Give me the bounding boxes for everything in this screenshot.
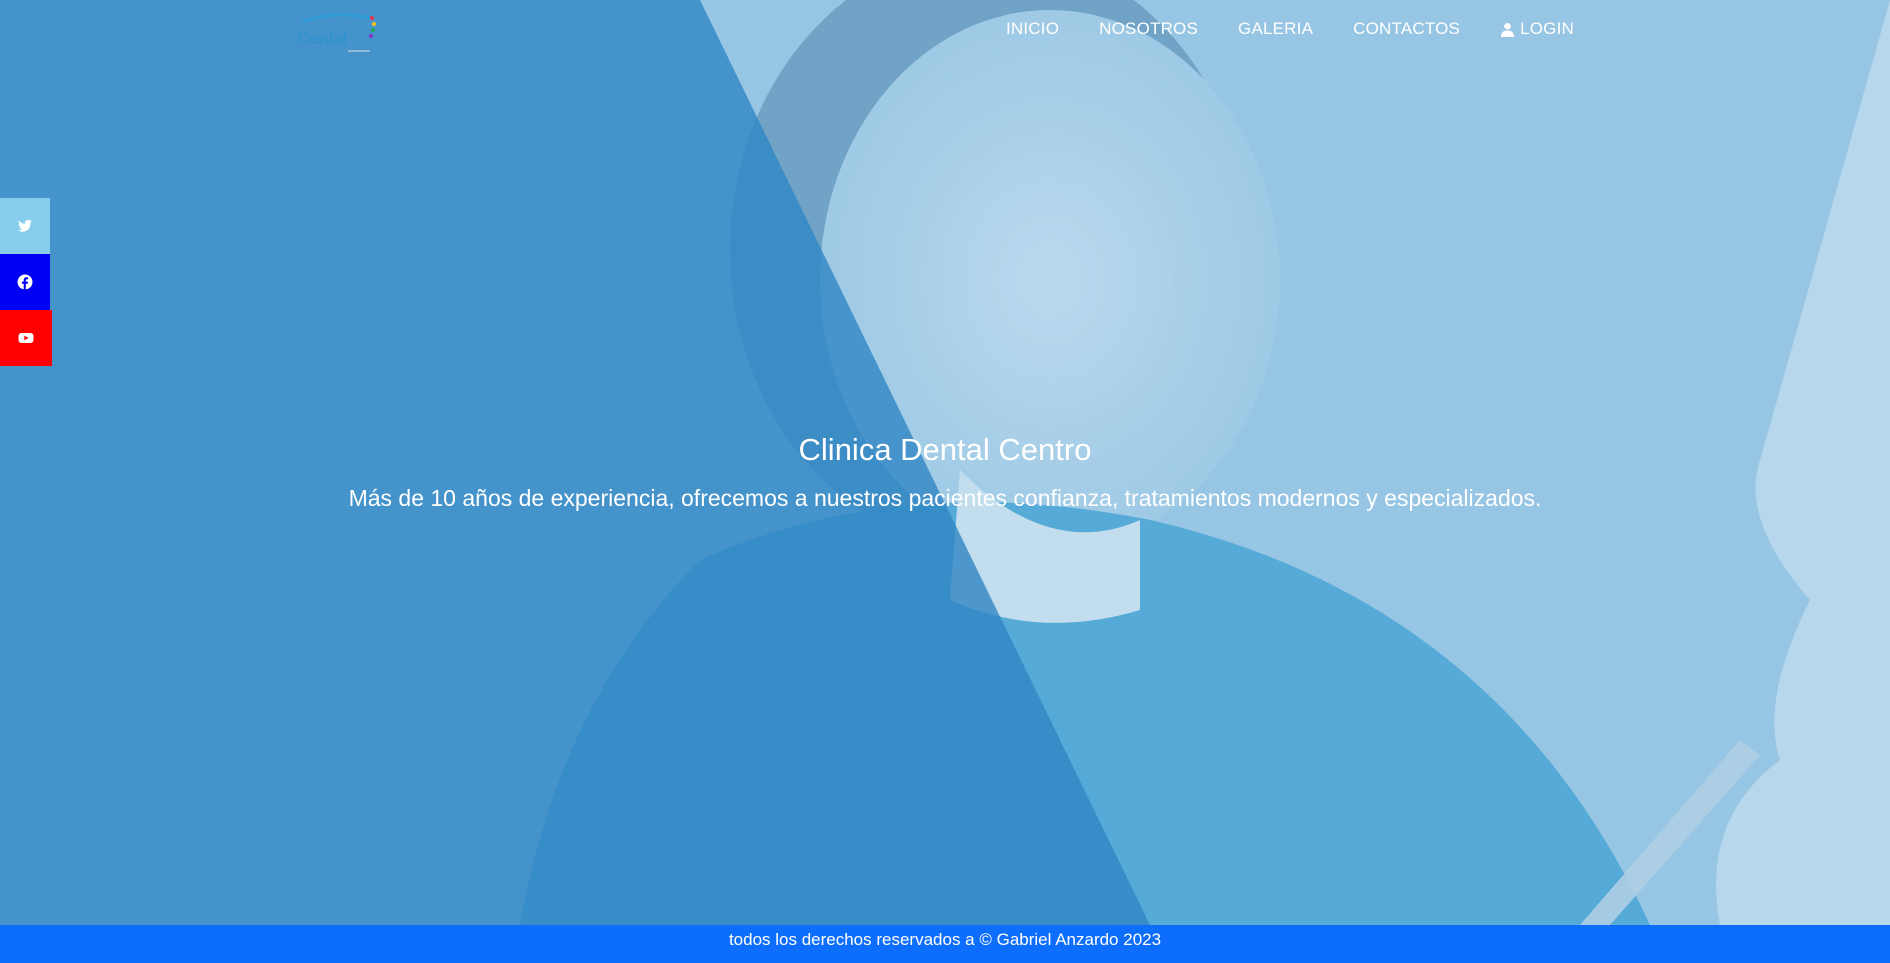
facebook-button[interactable] bbox=[0, 254, 50, 310]
hero-subtitle: Más de 10 años de experiencia, ofrecemos… bbox=[348, 485, 1542, 511]
nav-galeria[interactable]: GALERIA bbox=[1238, 19, 1313, 39]
nav-contactos[interactable]: CONTACTOS bbox=[1353, 19, 1460, 39]
hero-section: Dental INICIO NOSOTROS GALERIA CONTACTOS… bbox=[0, 0, 1890, 925]
user-icon bbox=[1501, 22, 1515, 37]
hero-text-block: Clinica Dental Centro Más de 10 años de … bbox=[0, 432, 1890, 512]
svg-text:Dental: Dental bbox=[298, 29, 347, 48]
social-sidebar bbox=[0, 198, 52, 366]
youtube-button[interactable] bbox=[0, 310, 52, 366]
nav-login[interactable]: LOGIN bbox=[1500, 19, 1574, 39]
footer-copyright: todos los derechos reservados a © Gabrie… bbox=[728, 930, 1162, 949]
hero-title: Clinica Dental Centro bbox=[798, 432, 1092, 467]
twitter-icon bbox=[17, 219, 32, 232]
nav-nosotros[interactable]: NOSOTROS bbox=[1099, 19, 1198, 39]
footer: todos los derechos reservados a © Gabrie… bbox=[0, 925, 1890, 963]
nav-inicio[interactable]: INICIO bbox=[1006, 19, 1059, 39]
top-navbar: Dental INICIO NOSOTROS GALERIA CONTACTOS… bbox=[0, 0, 1890, 58]
twitter-button[interactable] bbox=[0, 198, 50, 254]
youtube-icon bbox=[18, 333, 34, 343]
facebook-icon bbox=[17, 274, 33, 290]
nav-login-label: LOGIN bbox=[1520, 19, 1574, 38]
dental-logo[interactable]: Dental bbox=[294, 8, 380, 56]
